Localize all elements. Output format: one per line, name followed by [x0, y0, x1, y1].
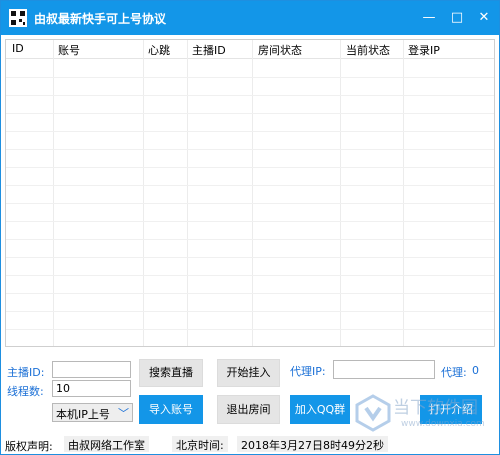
column-header-id[interactable]: ID [12, 42, 24, 55]
column-header-heartbeat[interactable]: 心跳 [148, 42, 170, 58]
row-divider [6, 203, 494, 204]
table-header: ID 账号 心跳 主播ID 房间状态 当前状态 登录IP [6, 40, 494, 59]
proxy-count-value: 0 [472, 364, 479, 377]
close-button[interactable]: ✕ [474, 8, 494, 28]
column-header-login-ip[interactable]: 登录IP [408, 42, 440, 58]
beijing-time-label: 北京时间: [172, 436, 228, 452]
proxy-ip-input[interactable] [333, 360, 435, 379]
column-divider [143, 40, 144, 346]
anchor-id-input[interactable] [52, 361, 131, 378]
column-header-room-status[interactable]: 房间状态 [258, 42, 302, 58]
row-divider [6, 131, 494, 132]
watermark-logo-icon [355, 394, 391, 432]
watermark-brand: 当下软件园 [393, 398, 478, 418]
row-divider [6, 239, 494, 240]
column-divider [340, 40, 341, 346]
column-header-anchor-id[interactable]: 主播ID [192, 42, 226, 58]
copyright-value: 由叔网络工作室 [64, 436, 149, 452]
copyright-label: 版权声明: [5, 440, 53, 453]
watermark-url: www.downxia.com [401, 419, 485, 429]
import-account-button[interactable]: 导入账号 [139, 395, 203, 424]
column-header-account[interactable]: 账号 [58, 42, 80, 58]
column-divider [403, 40, 404, 346]
row-divider [6, 167, 494, 168]
row-divider [6, 329, 494, 330]
threads-label: 线程数: [7, 385, 44, 398]
join-qq-group-button[interactable]: 加入QQ群 [290, 395, 350, 424]
title-bar[interactable]: 由叔最新快手可上号协议 — □ ✕ [1, 1, 499, 35]
row-divider [6, 149, 494, 150]
proxy-count-label: 代理: [441, 366, 467, 379]
row-divider [6, 95, 494, 96]
threads-input[interactable] [52, 380, 131, 397]
chevron-down-icon: ﹀ [118, 407, 129, 420]
window-title: 由叔最新快手可上号协议 [34, 12, 167, 26]
ip-mode-select[interactable]: 本机IP上号 ﹀ [52, 403, 133, 422]
column-divider [53, 40, 54, 346]
minimize-button[interactable]: — [419, 8, 439, 28]
row-divider [6, 293, 494, 294]
status-bar: 版权声明: 由叔网络工作室 北京时间: 2018年3月27日8时49分2秒 [1, 433, 499, 454]
account-table[interactable]: ID 账号 心跳 主播ID 房间状态 当前状态 登录IP [5, 39, 495, 347]
maximize-button[interactable]: □ [447, 8, 467, 28]
start-hang-button[interactable]: 开始挂入 [217, 359, 280, 387]
row-divider [6, 275, 494, 276]
app-window: 由叔最新快手可上号协议 — □ ✕ ID 账号 心跳 主播ID 房间状态 当前状… [0, 0, 500, 455]
row-divider [6, 113, 494, 114]
column-header-current-status[interactable]: 当前状态 [346, 42, 390, 58]
row-divider [6, 185, 494, 186]
watermark: 当下软件园 www.downxia.com [353, 393, 499, 433]
anchor-id-label: 主播ID: [7, 366, 45, 379]
beijing-time-value: 2018年3月27日8时49分2秒 [237, 436, 388, 452]
row-divider [6, 257, 494, 258]
row-divider [6, 311, 494, 312]
row-divider [6, 77, 494, 78]
proxy-ip-label: 代理IP: [290, 365, 326, 378]
ip-mode-selected-value: 本机IP上号 [56, 408, 110, 421]
exit-room-button[interactable]: 退出房间 [217, 395, 280, 424]
row-divider [6, 221, 494, 222]
app-qr-icon [9, 9, 27, 27]
column-divider [187, 40, 188, 346]
search-live-button[interactable]: 搜索直播 [139, 359, 203, 387]
column-divider [252, 40, 253, 346]
